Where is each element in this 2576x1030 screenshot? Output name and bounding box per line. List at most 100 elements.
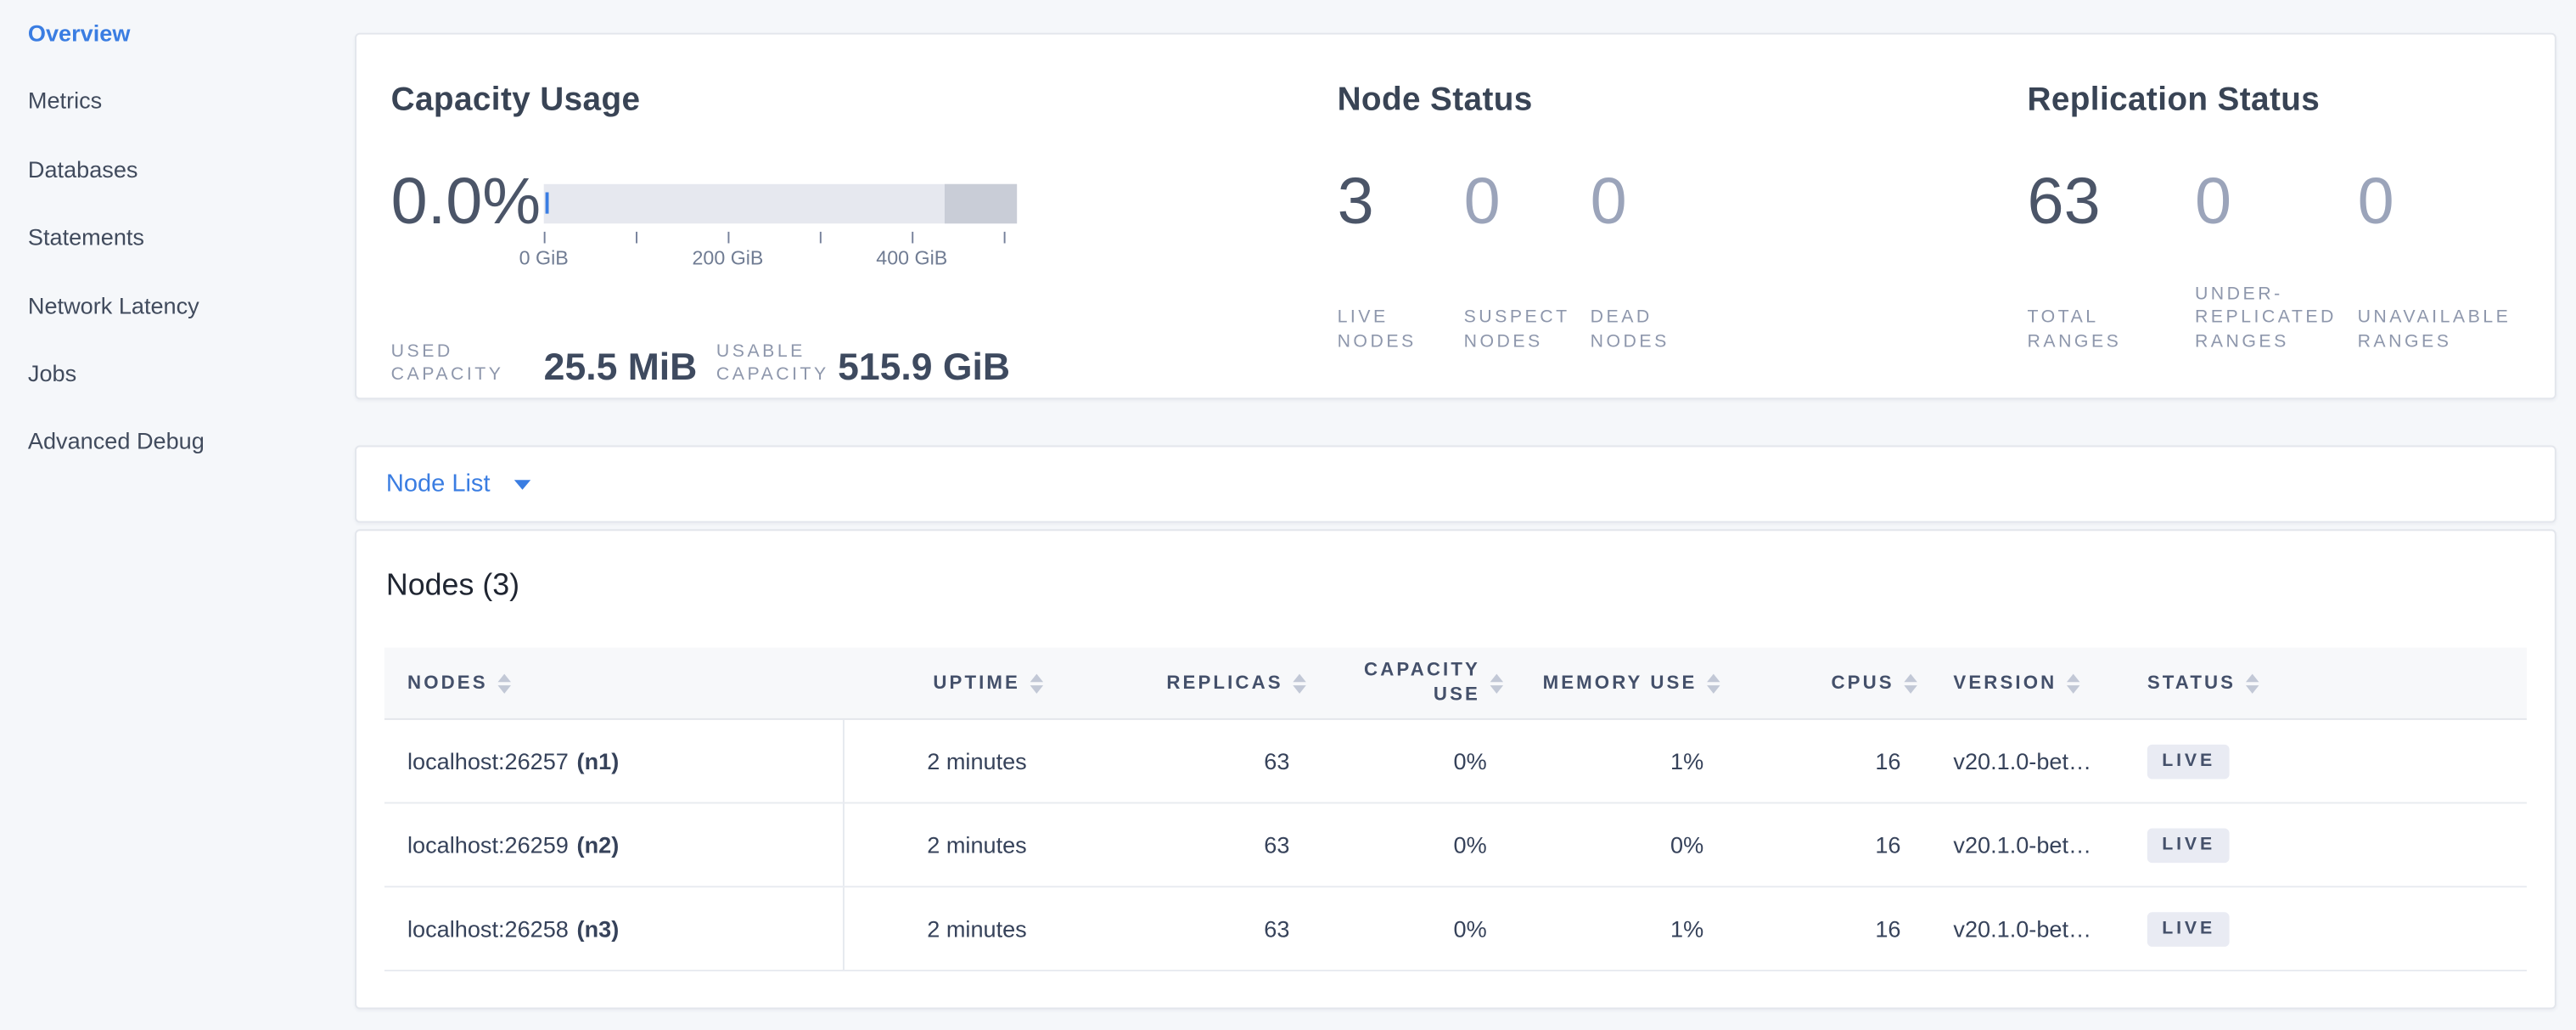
sidebar-item-databases[interactable]: Databases	[28, 136, 332, 204]
suspect-nodes-label: SUSPECT NODES	[1464, 306, 1591, 353]
column-header-capacity-use[interactable]: CAPACITY USE	[1316, 648, 1512, 718]
node-address: localhost:26258	[407, 915, 569, 942]
cluster-overview-card: Capacity Usage 0.0%	[355, 33, 2556, 400]
view-selector-card: Node List	[355, 446, 2556, 523]
column-header-uptime[interactable]: UPTIME	[845, 648, 1053, 718]
sort-icon	[2067, 673, 2079, 693]
replication-status-section: Replication Status 63 TOTAL RANGES 0 UND…	[2028, 81, 2547, 385]
dead-nodes-value: 0	[1591, 166, 1787, 238]
capacity-usage-section: Capacity Usage 0.0%	[391, 81, 1322, 385]
chevron-down-icon	[515, 479, 531, 489]
used-capacity-label-line2: CAPACITY	[391, 363, 544, 386]
sort-icon	[1293, 673, 1305, 693]
live-nodes-label-line2: NODES	[1338, 329, 1464, 353]
column-header-capacity-use-label: CAPACITY USE	[1362, 658, 1480, 707]
capacity-axis-ticks	[544, 230, 1017, 243]
dead-nodes-label-line2: NODES	[1591, 329, 1787, 353]
capacity-use-cell: 0%	[1316, 720, 1512, 802]
suspect-nodes-label-line1: SUSPECT	[1464, 306, 1591, 329]
column-header-memory-use[interactable]: MEMORY USE	[1513, 648, 1730, 718]
cpus-cell: 16	[1730, 720, 1927, 802]
under-replicated-ranges-label: UNDER- REPLICATED RANGES	[2195, 282, 2358, 353]
used-capacity-label: USED CAPACITY	[391, 341, 544, 386]
version-cell: v20.1.0-bet…	[1927, 804, 2120, 886]
suspect-nodes-stat: 0 SUSPECT NODES	[1464, 166, 1591, 353]
under-replicated-ranges-value: 0	[2195, 166, 2358, 238]
live-nodes-value: 3	[1338, 166, 1464, 238]
total-ranges-stat: 63 TOTAL RANGES	[2028, 166, 2195, 353]
unavailable-label-line1: UNAVAILABLE	[2358, 306, 2572, 329]
node-address: localhost:26259	[407, 831, 569, 858]
usable-capacity-label-line2: CAPACITY	[716, 363, 838, 386]
admin-ui-page: Overview Metrics Databases Statements Ne…	[0, 0, 2576, 1030]
uptime-cell: 2 minutes	[845, 804, 1053, 886]
dead-nodes-stat: 0 DEAD NODES	[1591, 166, 1787, 353]
live-nodes-stat: 3 LIVE NODES	[1338, 166, 1464, 353]
sort-icon	[1030, 673, 1043, 693]
capacity-axis-labels: 0 GiB 200 GiB 400 GiB	[544, 246, 1017, 273]
column-header-memory-use-label: MEMORY USE	[1543, 673, 1698, 693]
memory-use-cell: 1%	[1513, 720, 1730, 802]
sidebar-item-network-latency[interactable]: Network Latency	[28, 273, 332, 341]
status-badge: LIVE	[2147, 911, 2231, 946]
node-address-cell[interactable]: localhost:26257 (n1)	[384, 720, 845, 802]
node-address: localhost:26257	[407, 748, 569, 774]
node-address-cell[interactable]: localhost:26259 (n2)	[384, 804, 845, 886]
sidebar-item-jobs[interactable]: Jobs	[28, 341, 332, 408]
column-header-cpus-label: CPUS	[1831, 673, 1894, 693]
version-cell: v20.1.0-bet…	[1927, 720, 2120, 802]
column-header-replicas[interactable]: REPLICAS	[1053, 648, 1316, 718]
sort-icon	[2246, 673, 2259, 693]
capacity-use-cell: 0%	[1316, 804, 1512, 886]
table-row[interactable]: localhost:26257 (n1) 2 minutes 63 0% 1% …	[384, 720, 2527, 804]
column-header-version-label: VERSION	[1953, 673, 2057, 693]
capacity-usage-title: Capacity Usage	[391, 81, 1322, 120]
replication-status-title: Replication Status	[2028, 81, 2547, 120]
axis-label-400gib: 400 GiB	[876, 246, 947, 269]
capacity-use-cell: 0%	[1316, 887, 1512, 970]
sidebar-item-metrics[interactable]: Metrics	[28, 68, 332, 136]
under-replicated-label-line3: RANGES	[2195, 329, 2358, 353]
sidebar-item-overview[interactable]: Overview	[28, 0, 332, 68]
live-nodes-label-line1: LIVE	[1338, 306, 1464, 329]
table-row[interactable]: localhost:26258 (n3) 2 minutes 63 0% 1% …	[384, 887, 2527, 971]
replicas-cell: 63	[1053, 887, 1316, 970]
node-status-section: Node Status 3 LIVE NODES 0 SUSPECT NODES	[1338, 81, 2012, 385]
live-nodes-label: LIVE NODES	[1338, 306, 1464, 353]
sidebar-item-statements[interactable]: Statements	[28, 204, 332, 272]
cpus-cell: 16	[1730, 804, 1927, 886]
total-ranges-label-line2: RANGES	[2028, 329, 2195, 353]
uptime-cell: 2 minutes	[845, 720, 1053, 802]
under-replicated-label-line2: REPLICATED	[2195, 306, 2358, 329]
column-header-cpus[interactable]: CPUS	[1730, 648, 1927, 718]
dead-nodes-label: DEAD NODES	[1591, 306, 1787, 353]
suspect-nodes-label-line2: NODES	[1464, 329, 1591, 353]
replicas-cell: 63	[1053, 804, 1316, 886]
nodes-section-title: Nodes (3)	[386, 567, 519, 604]
column-header-nodes[interactable]: NODES	[384, 648, 845, 718]
node-address-cell[interactable]: localhost:26258 (n3)	[384, 887, 845, 970]
unavailable-ranges-label: UNAVAILABLE RANGES	[2358, 306, 2572, 353]
uptime-cell: 2 minutes	[845, 887, 1053, 970]
column-header-version[interactable]: VERSION	[1927, 648, 2120, 718]
total-ranges-label-line1: TOTAL	[2028, 306, 2195, 329]
sidebar-item-advanced-debug[interactable]: Advanced Debug	[28, 408, 332, 476]
sort-icon	[1490, 673, 1503, 693]
column-header-status[interactable]: STATUS	[2121, 648, 2527, 718]
node-id: (n1)	[577, 748, 620, 774]
nodes-table: NODES UPTIME REPLICAS CAPACITY USE MEMOR…	[384, 648, 2527, 971]
node-list-dropdown[interactable]: Node List	[386, 447, 531, 521]
replicas-cell: 63	[1053, 720, 1316, 802]
total-ranges-value: 63	[2028, 166, 2195, 238]
axis-label-0gib: 0 GiB	[519, 246, 569, 269]
sort-icon	[497, 673, 510, 693]
capacity-bar-chart: 0 GiB 200 GiB 400 GiB	[544, 184, 1017, 273]
table-row[interactable]: localhost:26259 (n2) 2 minutes 63 0% 0% …	[384, 804, 2527, 888]
sidebar: Overview Metrics Databases Statements Ne…	[28, 0, 332, 476]
used-capacity-label-line1: USED	[391, 341, 544, 363]
memory-use-cell: 1%	[1513, 887, 1730, 970]
column-header-nodes-label: NODES	[407, 673, 488, 693]
sort-icon	[1904, 673, 1917, 693]
capacity-used-percent: 0.0%	[391, 165, 523, 240]
column-header-uptime-label: UPTIME	[933, 673, 1020, 693]
